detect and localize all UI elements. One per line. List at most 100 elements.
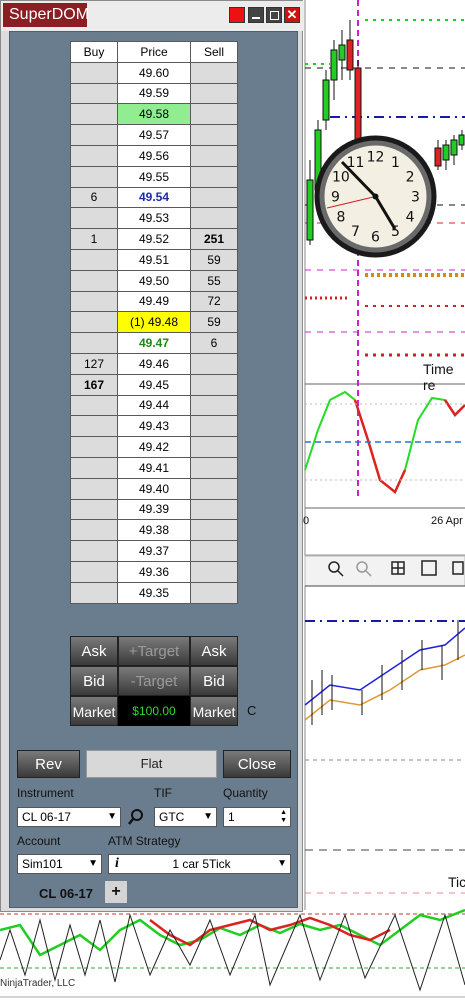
bid-left-button[interactable]: Bid — [70, 666, 118, 696]
sell-cell[interactable] — [190, 540, 238, 562]
ladder-row[interactable]: 49.53 — [70, 207, 238, 230]
sell-cell[interactable] — [190, 103, 238, 126]
instrument-select[interactable]: CL 06-17 ▼ — [17, 807, 121, 827]
close-window-button[interactable]: ✕ — [284, 7, 300, 23]
price-cell[interactable]: 49.35 — [117, 581, 191, 604]
buy-cell[interactable] — [70, 124, 118, 146]
price-cell[interactable]: 49.36 — [117, 560, 191, 583]
ladder-row[interactable]: 49.47 6 — [70, 332, 238, 354]
minimize-button[interactable] — [248, 7, 264, 23]
buy-cell[interactable] — [70, 477, 118, 500]
price-cell[interactable]: 49.60 — [117, 61, 191, 84]
target-plus-button[interactable]: +Target — [118, 636, 190, 666]
sell-cell[interactable] — [190, 519, 238, 542]
sell-cell[interactable] — [190, 144, 238, 167]
buy-cell[interactable] — [70, 61, 118, 84]
ladder-row[interactable]: 1 49.52 251 — [70, 228, 238, 250]
sell-cell[interactable]: 59 — [190, 248, 238, 271]
buy-cell[interactable]: 167 — [70, 373, 118, 396]
ask-left-button[interactable]: Ask — [70, 636, 118, 666]
buy-cell[interactable] — [70, 456, 118, 479]
sell-cell[interactable]: 251 — [190, 228, 238, 250]
price-cell[interactable]: 49.43 — [117, 415, 191, 438]
buy-cell[interactable]: 1 — [70, 228, 118, 250]
price-cell[interactable]: 49.52 — [117, 228, 191, 250]
ladder-row[interactable]: 49.42 — [70, 436, 238, 458]
tif-select[interactable]: GTC ▼ — [154, 807, 217, 827]
ladder-row[interactable]: (1) 49.48 59 — [70, 311, 238, 334]
sell-cell[interactable] — [190, 436, 238, 458]
atm-strategy-select[interactable]: i 1 car 5Tick ▼ — [108, 854, 291, 874]
ladder-row[interactable]: 49.55 — [70, 165, 238, 188]
sell-cell[interactable] — [190, 373, 238, 396]
price-cell[interactable]: 49.51 — [117, 248, 191, 271]
ladder-row[interactable]: 49.43 — [70, 415, 238, 438]
sell-cell[interactable] — [190, 186, 238, 209]
ladder-row[interactable]: 49.59 — [70, 82, 238, 105]
rev-button[interactable]: Rev — [17, 750, 80, 778]
ladder-row[interactable]: 49.60 — [70, 61, 238, 84]
sell-cell[interactable] — [190, 560, 238, 583]
buy-cell[interactable] — [70, 269, 118, 292]
flat-button[interactable]: Flat — [86, 750, 217, 778]
buy-cell[interactable] — [70, 581, 118, 604]
buy-cell[interactable] — [70, 332, 118, 354]
sell-cell[interactable] — [190, 352, 238, 375]
price-cell[interactable]: 49.59 — [117, 82, 191, 105]
buy-cell[interactable] — [70, 290, 118, 313]
ladder-row[interactable]: 49.58 — [70, 103, 238, 126]
ladder-row[interactable]: 167 49.45 — [70, 373, 238, 396]
target-minus-button[interactable]: -Target — [118, 666, 190, 696]
close-position-button[interactable]: Close — [223, 750, 291, 778]
sell-cell[interactable] — [190, 415, 238, 438]
buy-cell[interactable] — [70, 540, 118, 562]
buy-cell[interactable] — [70, 436, 118, 458]
ladder-row[interactable]: 49.37 — [70, 540, 238, 562]
search-icon[interactable] — [127, 807, 145, 827]
price-cell[interactable]: 49.44 — [117, 394, 191, 417]
price-cell[interactable]: (1) 49.48 — [117, 311, 191, 334]
buy-cell[interactable] — [70, 415, 118, 438]
ladder-row[interactable]: 127 49.46 — [70, 352, 238, 375]
price-cell[interactable]: 49.45 — [117, 373, 191, 396]
buy-cell[interactable] — [70, 144, 118, 167]
price-cell[interactable]: 49.47 — [117, 332, 191, 354]
sell-cell[interactable] — [190, 394, 238, 417]
price-cell[interactable]: 49.37 — [117, 540, 191, 562]
buy-cell[interactable] — [70, 519, 118, 542]
sell-cell[interactable] — [190, 124, 238, 146]
bid-right-button[interactable]: Bid — [190, 666, 238, 696]
buy-cell[interactable] — [70, 394, 118, 417]
price-cell[interactable]: 49.49 — [117, 290, 191, 313]
ladder-row[interactable]: 49.41 — [70, 456, 238, 479]
market-left-button[interactable]: Market — [70, 696, 118, 726]
ladder-row[interactable]: 49.44 — [70, 394, 238, 417]
ladder-row[interactable]: 49.56 — [70, 144, 238, 167]
buy-cell[interactable] — [70, 103, 118, 126]
price-cell[interactable]: 49.41 — [117, 456, 191, 479]
buy-cell[interactable]: 6 — [70, 186, 118, 209]
price-cell[interactable]: 49.56 — [117, 144, 191, 167]
sell-cell[interactable]: 6 — [190, 332, 238, 354]
price-cell[interactable]: 49.57 — [117, 124, 191, 146]
sell-cell[interactable]: 59 — [190, 311, 238, 334]
price-cell[interactable]: 49.40 — [117, 477, 191, 500]
ladder-row[interactable]: 49.35 — [70, 581, 238, 604]
ladder-row[interactable]: 6 49.54 — [70, 186, 238, 209]
sell-cell[interactable] — [190, 165, 238, 188]
buy-cell[interactable]: 127 — [70, 352, 118, 375]
price-cell[interactable]: 49.54 — [117, 186, 191, 209]
price-cell[interactable]: 49.58 — [117, 103, 191, 126]
ask-right-button[interactable]: Ask — [190, 636, 238, 666]
sell-cell[interactable]: 72 — [190, 290, 238, 313]
sell-cell[interactable]: 55 — [190, 269, 238, 292]
buy-cell[interactable] — [70, 498, 118, 521]
sell-cell[interactable] — [190, 477, 238, 500]
title-bar[interactable]: SuperDOM ✕ — [1, 1, 304, 31]
add-tab-button[interactable]: + — [105, 881, 127, 903]
buy-cell[interactable] — [70, 248, 118, 271]
ladder-row[interactable]: 49.49 72 — [70, 290, 238, 313]
sell-cell[interactable] — [190, 82, 238, 105]
ladder-row[interactable]: 49.40 — [70, 477, 238, 500]
ladder-row[interactable]: 49.57 — [70, 124, 238, 146]
